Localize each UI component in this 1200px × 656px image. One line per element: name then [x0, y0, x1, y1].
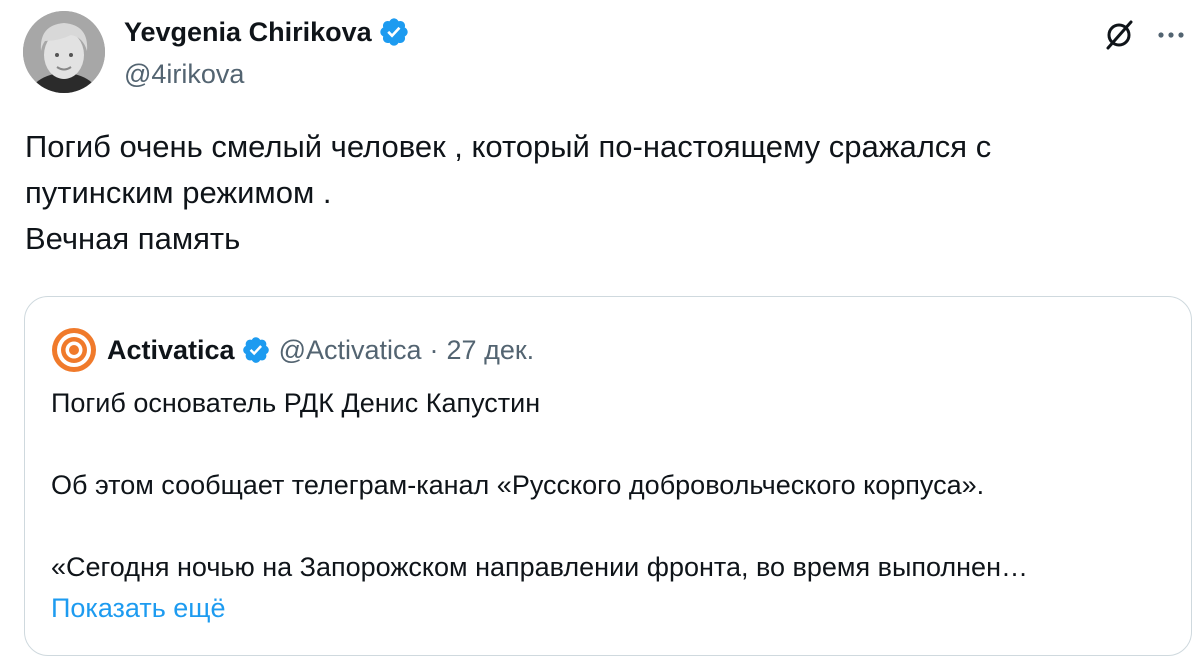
show-more-link[interactable]: Показать ещё — [51, 591, 226, 625]
verified-badge-icon[interactable] — [241, 335, 271, 365]
author-avatar[interactable] — [23, 11, 105, 93]
author-handle[interactable]: @4irikova — [124, 56, 244, 92]
grok-icon — [1106, 20, 1133, 50]
tweet-line: путинским режимом . — [25, 175, 332, 210]
more-options-button[interactable] — [1150, 14, 1192, 56]
tweet-text: Погиб очень смелый человек , который по-… — [25, 124, 1175, 262]
verified-badge-icon[interactable] — [378, 16, 410, 48]
more-icon — [1158, 32, 1184, 38]
quoted-author-handle[interactable]: @Activatica — [279, 332, 422, 368]
quoted-tweet-body: Погиб основатель РДК Денис Капустин Об э… — [51, 383, 1171, 588]
author-name-row[interactable]: Yevgenia Chirikova — [124, 14, 410, 50]
quoted-tweet-date[interactable]: 27 дек. — [447, 332, 535, 368]
meta-separator: · — [429, 335, 439, 365]
grok-button[interactable] — [1098, 14, 1140, 56]
quoted-paragraph: «Сегодня ночью на Запорожском направлени… — [51, 552, 1028, 582]
quoted-paragraph: Погиб основатель РДК Денис Капустин — [51, 388, 541, 418]
author-name[interactable]: Yevgenia Chirikova — [124, 14, 372, 50]
tweet-line: Вечная память — [25, 221, 241, 256]
avatar-image — [23, 11, 105, 93]
quoted-tweet-header: Activatica @Activatica · 27 дек. — [51, 327, 534, 373]
activatica-logo-icon[interactable] — [51, 327, 97, 373]
quoted-paragraph: Об этом сообщает телеграм-канал «Русског… — [51, 470, 985, 500]
tweet-line: Погиб очень смелый человек , который по-… — [25, 129, 992, 164]
quoted-tweet-card[interactable]: Activatica @Activatica · 27 дек. Погиб о… — [24, 296, 1192, 656]
quoted-author-name[interactable]: Activatica — [107, 332, 235, 368]
